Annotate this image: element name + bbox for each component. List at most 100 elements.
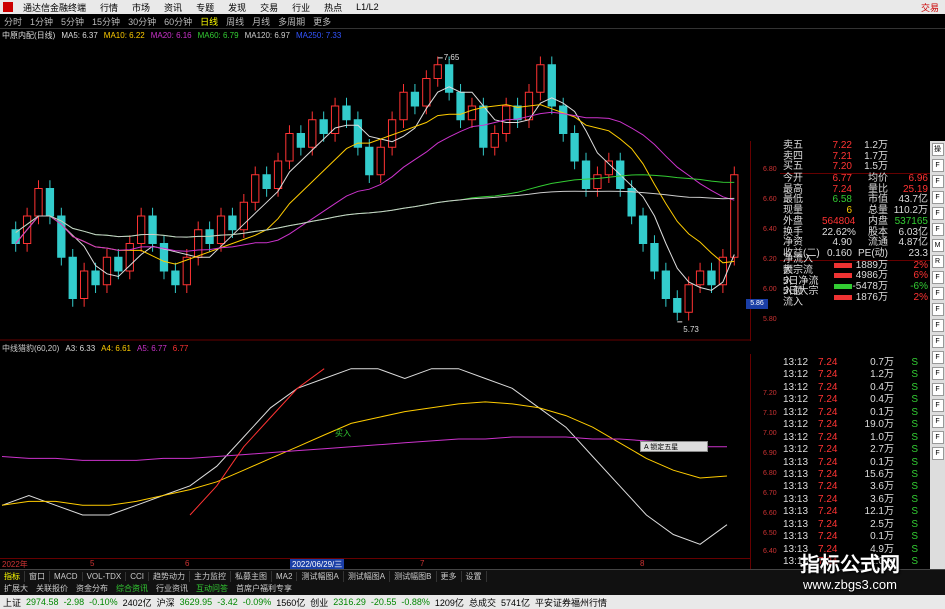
indicator-tab[interactable]: 主力监控 [190,570,232,582]
indicator-tab[interactable]: 设置 [462,570,487,582]
indicator-tab[interactable]: MACD [50,571,83,581]
tf-15min[interactable]: 15分钟 [88,15,124,28]
candlestick-chart[interactable]: 7.65 5.73 [0,41,750,341]
info-tab[interactable]: 扩展大 [0,583,32,594]
sidebar-button[interactable]: F [931,367,944,380]
sidebar-button[interactable]: F [931,399,944,412]
tf-60min[interactable]: 60分钟 [160,15,196,28]
ma-line-ma20 [15,111,735,252]
sidebar-button[interactable]: F [931,271,944,284]
sidebar-button[interactable]: F [931,223,944,236]
sidebar-button[interactable]: F [931,207,944,220]
quote-value: 564804 [822,215,856,227]
info-tab[interactable]: 行业资讯 [152,583,192,594]
flow-bar [822,282,852,293]
menu-zhuanti[interactable]: 专题 [189,1,221,14]
tick-price: 7.24 [818,518,838,530]
candle [125,243,134,272]
indicator-tab[interactable]: CCI [126,571,150,581]
sidebar-button[interactable]: F [931,287,944,300]
tf-daily[interactable]: 日线 [196,15,222,28]
sidebar-button[interactable]: F [931,335,944,348]
tick-price: 7.24 [818,531,838,543]
tick-row: 13:12 7.24 0.4万 S [780,394,930,406]
tf-weekly[interactable]: 周线 [222,15,248,28]
sidebar-button[interactable]: F [931,191,944,204]
index-amount: 2402亿 [122,597,152,608]
sidebar-button[interactable]: R [931,255,944,268]
candle [79,270,89,299]
ma20-label: MA20: 6.16 [150,30,192,40]
tick-row: 13:12 7.24 0.1万 S [780,407,930,419]
tf-30min[interactable]: 30分钟 [124,15,160,28]
quote-info-row: 外盘 564804 内盘 537165 [780,215,930,228]
indicator-tab[interactable]: 趋势动力 [149,570,191,582]
menu-hangqing[interactable]: 行情 [93,1,125,14]
ma-line-ma120 [15,190,735,238]
menu-faxian[interactable]: 发现 [221,1,253,14]
sidebar-button[interactable]: F [931,431,944,444]
tf-1min[interactable]: 1分钟 [26,15,57,28]
menu-l1l2[interactable]: L1/L2 [349,2,386,12]
candle [102,256,112,286]
index-name[interactable]: 上证 [3,596,21,609]
menu-jiaoyi[interactable]: 交易 [253,1,285,14]
sidebar-button[interactable]: F [931,319,944,332]
tf-monthly[interactable]: 月线 [248,15,274,28]
info-tab[interactable]: 首席户福利专享 [232,583,296,594]
a4-label: A4: 6.61 [101,343,131,353]
sidebar-button[interactable]: F [931,303,944,316]
index-name[interactable]: 创业 [310,596,328,609]
menu-zixun[interactable]: 资讯 [157,1,189,14]
indicator-tab[interactable]: 测试幅图B [390,570,437,582]
sidebar-button[interactable]: F [931,159,944,172]
candle [422,78,431,107]
info-tab[interactable]: 综合资讯 [112,583,152,594]
sidebar-button[interactable]: F [931,415,944,428]
quote-value: 537165 [894,215,928,227]
trade-button[interactable]: 交易 [921,1,945,14]
candle [490,133,499,148]
candle [114,256,123,272]
info-tab[interactable]: 资金分布 [72,583,112,594]
tf-fenshi[interactable]: 分时 [0,15,26,28]
status-bar: 上证 2974.58 -2.98 -0.10% 2402亿 沪深 3629.95 -3.42-… [0,595,945,609]
candle [718,256,728,286]
candle [604,160,613,176]
sidebar-button[interactable]: F [931,383,944,396]
title-bar: 通达信金融终端 行情 市场 资讯 专题 发现 交易 行业 热点 L1/L2 交易 [0,0,945,14]
tick-volume: 0.1万 [870,406,894,418]
tick-row: 13:12 7.24 2.7万 S [780,444,930,456]
indicator-tab[interactable]: 窗口 [25,570,50,582]
sidebar-button[interactable]: 操 [931,143,944,156]
info-tab[interactable]: 关联报价 [32,583,72,594]
sidebar-button[interactable]: F [931,447,944,460]
menu-hangye[interactable]: 行业 [285,1,317,14]
indicator-chart[interactable]: 买入 [0,354,750,558]
tick-time: 13:12 [783,431,809,443]
indicator-tab[interactable]: 指标 [0,570,25,582]
candle [216,215,226,244]
tf-5min[interactable]: 5分钟 [57,15,88,28]
sidebar-button[interactable]: F [931,351,944,364]
menu-redian[interactable]: 热点 [317,1,349,14]
indicator-tab[interactable]: VOL-TDX [83,571,127,581]
candle [570,133,579,162]
sidebar-button[interactable]: F [931,175,944,188]
sidebar-button[interactable]: M [931,239,944,252]
info-tab[interactable]: 互动问答 [192,583,232,594]
indicator-tab[interactable]: MA2 [272,571,298,581]
indicator-tab[interactable]: 测试幅图A [297,570,344,582]
indicator-tab[interactable]: 测试幅图A [344,570,391,582]
index-name[interactable]: 沪深 [157,596,175,609]
indicator-name[interactable]: 中线猎豹(60,20) [2,343,59,354]
indicator-tab[interactable]: 私募主图 [231,570,273,582]
tick-list[interactable]: 13:12 7.24 0.7万 S 13:12 7.24 1.2万 S 13:12 7.24 0.4… [780,357,930,569]
tf-multi[interactable]: 多周期 [274,15,309,28]
menu-shichang[interactable]: 市场 [125,1,157,14]
index-change: -20.55 [370,597,397,607]
indicator-tab[interactable]: 更多 [437,570,462,582]
lock-star-popup[interactable]: A 锁定五星 [640,441,708,452]
tf-more[interactable]: 更多 [309,15,335,28]
candle [467,105,477,121]
